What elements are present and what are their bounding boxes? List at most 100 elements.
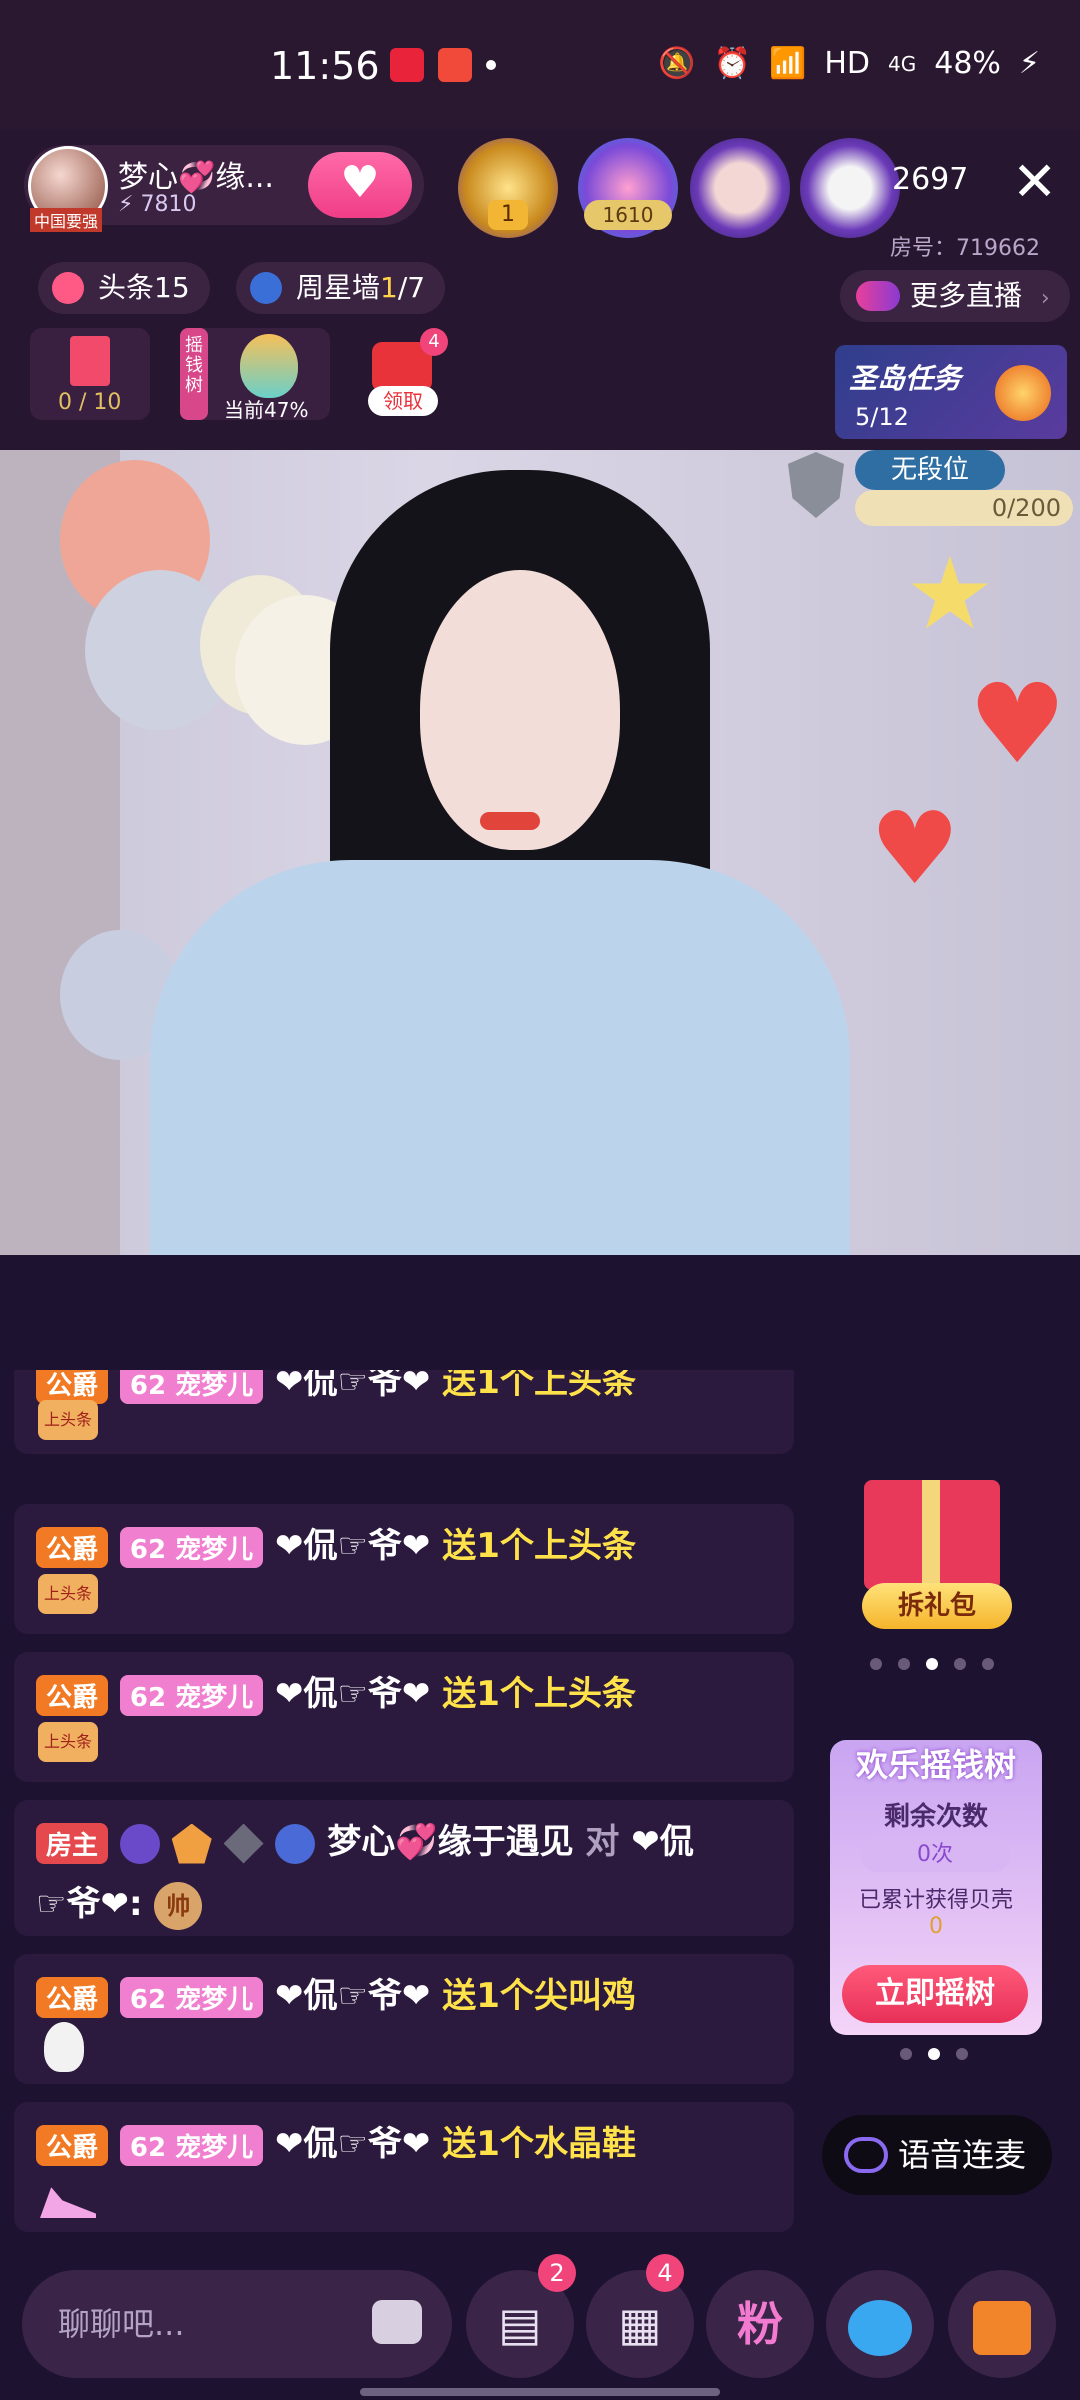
voice-link-button[interactable]: 语音连麦 bbox=[822, 2115, 1052, 2195]
close-icon[interactable]: ✕ bbox=[1012, 150, 1057, 213]
seat-icon[interactable] bbox=[372, 2300, 422, 2344]
island-task-banner[interactable]: 圣岛任务 5/12 bbox=[835, 345, 1067, 439]
pager-dot bbox=[956, 2048, 968, 2060]
club-level: 62 bbox=[129, 1683, 167, 1713]
alarm-icon: ⏰ bbox=[713, 46, 751, 81]
chat-list[interactable]: 公爵 62 宠梦儿 ❤侃☞爷❤ 送1个上头条 上头条 公爵 62 宠梦儿 ❤侃☞… bbox=[0, 1370, 800, 2240]
gamepad-icon bbox=[848, 2299, 912, 2356]
more-notifications-icon bbox=[486, 60, 496, 70]
anchor-score: ⚡ 7810 bbox=[118, 192, 197, 217]
club-level: 62 bbox=[129, 1535, 167, 1565]
viewer-avatar-2[interactable] bbox=[800, 138, 900, 238]
pager-dot-active bbox=[928, 2048, 940, 2060]
host-nick[interactable]: 梦心💞缘于遇见 bbox=[327, 1822, 573, 1862]
heart-plus-icon: ♥ bbox=[340, 157, 380, 208]
gift-ribbon bbox=[922, 1480, 940, 1590]
money-tree-title: 欢乐摇钱树 bbox=[855, 1746, 1016, 1784]
sender-nick[interactable]: ❤侃☞爷❤ bbox=[275, 1976, 430, 2016]
live-icon bbox=[856, 281, 900, 311]
chicken-gift-icon bbox=[44, 2022, 84, 2072]
open-gift-pack-button[interactable]: 拆礼包 bbox=[862, 1583, 1012, 1629]
clock: 11:56 bbox=[270, 44, 380, 88]
money-tree-tag: 摇钱树 bbox=[180, 328, 208, 420]
club-name: 宠梦儿 bbox=[175, 1683, 254, 1713]
pager-dot bbox=[898, 1658, 910, 1670]
tree-pager-dots bbox=[900, 2048, 968, 2060]
sender-nick[interactable]: ❤侃☞爷❤ bbox=[275, 1370, 430, 1402]
room-number: 房号：719662 bbox=[890, 236, 1040, 261]
pager-dot bbox=[954, 1658, 966, 1670]
chat-input[interactable]: 聊聊吧... bbox=[22, 2270, 452, 2378]
sender-nick[interactable]: ❤侃☞爷❤ bbox=[275, 1674, 430, 1714]
top-fan-score-label: 1610 bbox=[584, 200, 672, 230]
club-level: 62 bbox=[129, 1985, 167, 2015]
club-tag: 62 宠梦儿 bbox=[119, 1675, 264, 1716]
follow-button[interactable]: ♥ bbox=[308, 152, 412, 218]
medal-icon: 帅 bbox=[154, 1881, 203, 1930]
noble-tag: 公爵 bbox=[36, 1675, 109, 1716]
viewer-avatar-1[interactable] bbox=[690, 138, 790, 238]
island-task-title: 圣岛任务 bbox=[849, 362, 962, 395]
home-indicator[interactable] bbox=[360, 2388, 720, 2396]
grid-icon: ▦ bbox=[618, 2297, 662, 2351]
hd-indicator: HD bbox=[824, 46, 870, 81]
chat-connector: 对 bbox=[585, 1822, 620, 1862]
top-fan-rank-label: 1 bbox=[488, 200, 528, 230]
charging-icon: ⚡ bbox=[1018, 46, 1040, 81]
rank-star-icon bbox=[171, 1823, 212, 1864]
sender-nick[interactable]: ❤侃☞爷❤ bbox=[275, 2124, 430, 2164]
star-decoration-icon: ★ bbox=[905, 535, 995, 652]
task-progress: 0 / 10 bbox=[58, 390, 122, 415]
flame-icon bbox=[52, 272, 84, 304]
redpacket-card[interactable]: 4 领取 bbox=[360, 328, 450, 420]
gift-text: 送1个上头条 bbox=[442, 1526, 636, 1566]
remaining-value: 0次 bbox=[860, 1838, 1010, 1872]
pager-dot-active bbox=[926, 1658, 938, 1670]
task-card[interactable]: 0 / 10 bbox=[30, 328, 150, 420]
shake-tree-button[interactable]: 立即摇树 bbox=[842, 1965, 1028, 2023]
battery-level: 48% bbox=[934, 46, 1001, 81]
rank-tag[interactable]: 无段位 bbox=[855, 450, 1005, 490]
earned-label: 已累计获得贝壳 bbox=[858, 1888, 1013, 1913]
target-nick-cont: ☞爷❤: bbox=[36, 1884, 143, 1924]
noble-tag: 公爵 bbox=[36, 2125, 109, 2166]
chat-message: 房主 梦心💞缘于遇见 对 ❤侃 ☞爷❤: 帅 bbox=[14, 1800, 794, 1936]
club-tag: 62 宠梦儿 bbox=[119, 1527, 264, 1568]
egg-card[interactable]: 摇钱树 当前47% bbox=[180, 328, 330, 422]
fans-button[interactable]: 粉 bbox=[706, 2270, 814, 2378]
notification-icons bbox=[390, 48, 496, 82]
heart-decoration-icon: ♥ bbox=[870, 790, 960, 907]
streamer-lips bbox=[480, 812, 540, 830]
gift-text: 送1个上头条 bbox=[442, 1370, 636, 1402]
egg-progress: 当前47% bbox=[224, 398, 309, 422]
noble-tag: 公爵 bbox=[36, 1527, 109, 1568]
gift-button[interactable] bbox=[948, 2270, 1056, 2378]
crystal-shoe-gift-icon bbox=[40, 2187, 96, 2218]
pager-dot bbox=[900, 2048, 912, 2060]
card-icon bbox=[70, 336, 110, 386]
avatar-label: 中国要强 bbox=[30, 208, 103, 232]
sender-nick[interactable]: ❤侃☞爷❤ bbox=[275, 1526, 430, 1566]
status-bar: 11:56 🔕 ⏰ 📶 HD 4G 48% ⚡ bbox=[0, 0, 1080, 130]
club-name: 宠梦儿 bbox=[175, 1535, 254, 1565]
headline-pill[interactable]: 头条15 bbox=[38, 262, 210, 314]
viewer-count[interactable]: 2697 bbox=[892, 162, 968, 197]
club-tag: 62 宠梦儿 bbox=[119, 1370, 264, 1404]
target-nick[interactable]: ❤侃 bbox=[631, 1822, 694, 1862]
star-wall-pill[interactable]: 周星墙1/7 bbox=[236, 262, 446, 314]
game-button[interactable] bbox=[826, 2270, 934, 2378]
link-icon bbox=[844, 2137, 888, 2173]
headline-gift-icon: 上头条 bbox=[38, 1574, 98, 1614]
anchor-score-value: 7810 bbox=[140, 192, 197, 217]
noble-tag: 公爵 bbox=[36, 1977, 109, 2018]
orange-orb-icon bbox=[995, 365, 1051, 421]
chat-message: 公爵 62 宠梦儿 ❤侃☞爷❤ 送1个上头条 上头条 bbox=[14, 1504, 794, 1634]
noble-tag: 公爵 bbox=[36, 1370, 109, 1404]
star-wall-value: 1 bbox=[380, 271, 398, 304]
gift-icon bbox=[973, 2300, 1031, 2355]
chat-message: 公爵 62 宠梦儿 ❤侃☞爷❤ 送1个尖叫鸡 bbox=[14, 1954, 794, 2084]
headline-gift-icon: 上头条 bbox=[38, 1400, 98, 1440]
heart-decoration-icon: ♥ bbox=[968, 660, 1067, 788]
pager-dot bbox=[982, 1658, 994, 1670]
more-live-button[interactable]: 更多直播 › bbox=[840, 270, 1070, 322]
